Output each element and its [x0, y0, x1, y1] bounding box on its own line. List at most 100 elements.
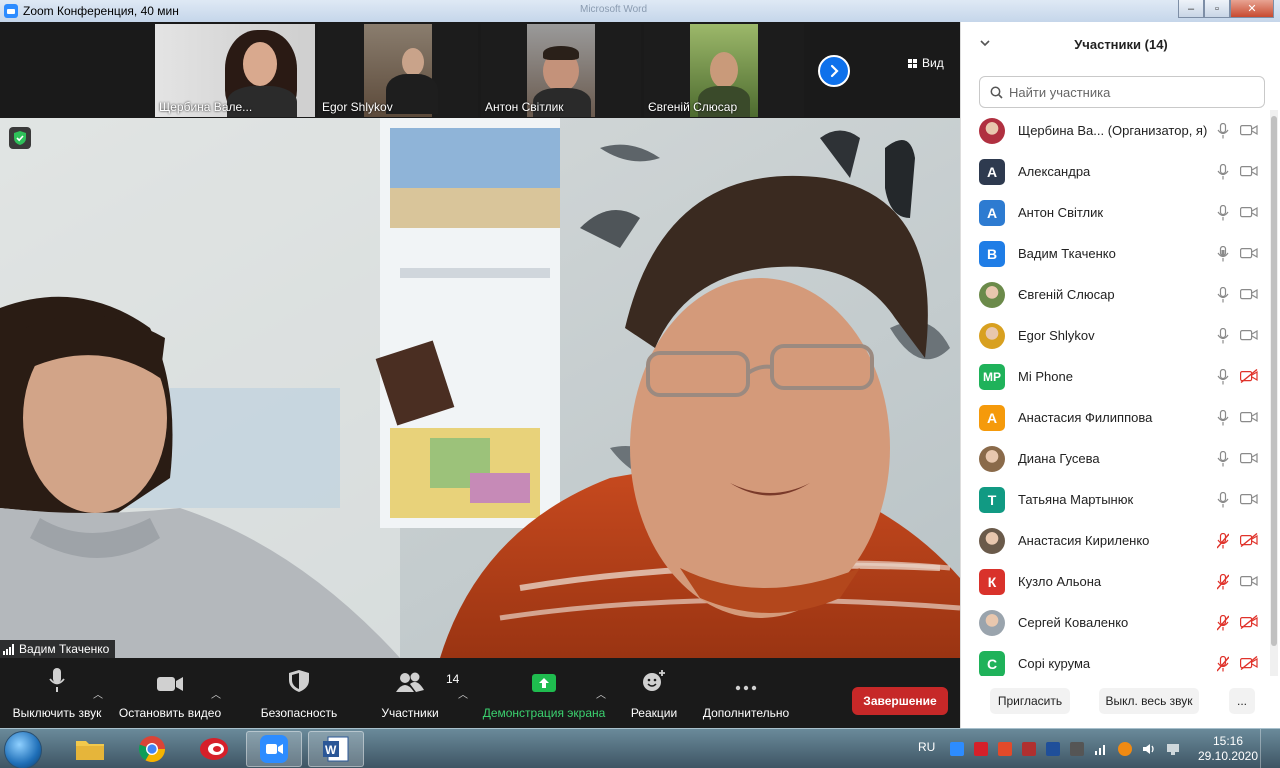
video-camera-icon[interactable]: [1240, 328, 1258, 347]
end-meeting-button[interactable]: Завершение: [852, 687, 948, 715]
microphone-icon[interactable]: [1217, 204, 1229, 226]
participant-row[interactable]: А Анастасия Филиппова: [961, 397, 1269, 438]
video-options-chevron-icon[interactable]: ︿: [211, 686, 221, 701]
language-indicator[interactable]: RU: [918, 740, 935, 754]
participant-row[interactable]: Анастасия Кириленко: [961, 520, 1269, 561]
participant-list-scrollbar[interactable]: [1270, 110, 1278, 676]
participant-row[interactable]: Сергей Коваленко: [961, 602, 1269, 643]
zoom-tray-icon[interactable]: [950, 742, 964, 756]
video-camera-icon[interactable]: [1240, 205, 1258, 224]
antivirus-tray-icon[interactable]: [998, 742, 1012, 756]
participant-row[interactable]: Egor Shlykov: [961, 315, 1269, 356]
network-manager-tray-icon[interactable]: [1046, 742, 1060, 756]
share-screen-button[interactable]: Демонстрация экрана: [482, 658, 606, 728]
participant-row[interactable]: К Кузло Альона: [961, 561, 1269, 602]
video-camera-icon[interactable]: [1240, 492, 1258, 511]
video-off-icon[interactable]: [1240, 368, 1258, 388]
avast-tray-icon[interactable]: [1118, 742, 1132, 756]
video-camera-icon[interactable]: [1240, 287, 1258, 306]
active-speaker-video[interactable]: Вадим Ткаченко: [0, 118, 960, 658]
participant-search-input[interactable]: [1009, 84, 1249, 100]
participant-row[interactable]: Диана Гусева: [961, 438, 1269, 479]
maximize-button[interactable]: ▫: [1204, 0, 1230, 18]
volume-tray-icon[interactable]: [1142, 742, 1156, 756]
participant-row[interactable]: С Сорі курума: [961, 643, 1269, 676]
video-off-icon[interactable]: [1240, 532, 1258, 552]
network-tray-icon[interactable]: [1166, 742, 1180, 756]
more-dots-icon: [735, 685, 757, 691]
chrome-taskbar-button[interactable]: [124, 731, 180, 767]
participant-avatar: [979, 117, 1005, 144]
close-button[interactable]: ✕: [1230, 0, 1274, 18]
video-camera-icon[interactable]: [1240, 246, 1258, 265]
more-button[interactable]: Дополнительно: [700, 658, 792, 728]
mute-all-button[interactable]: Выкл. весь звук: [1099, 688, 1199, 714]
video-camera-icon[interactable]: [1240, 164, 1258, 183]
app-tray-icon[interactable]: [1022, 742, 1036, 756]
participants-button[interactable]: 14 Участники: [376, 658, 459, 728]
clock-time: 15:16: [1212, 734, 1244, 748]
video-camera-icon[interactable]: [1240, 123, 1258, 142]
microphone-icon[interactable]: [1217, 327, 1229, 349]
microphone-icon[interactable]: [1217, 286, 1229, 308]
microphone-muted-icon[interactable]: [1216, 614, 1230, 636]
video-off-icon[interactable]: [1240, 655, 1258, 675]
participant-row[interactable]: MP Mi Phone: [961, 356, 1269, 397]
mute-button[interactable]: Выключить звук: [10, 658, 104, 728]
taskbar-clock[interactable]: 15:16 29.10.2020: [1196, 734, 1260, 764]
panel-more-button[interactable]: ...: [1229, 688, 1255, 714]
share-options-chevron-icon[interactable]: ︿: [596, 686, 606, 701]
explorer-taskbar-button[interactable]: [62, 731, 118, 767]
thumbnail-name: Щербина Вале...: [159, 100, 253, 114]
microphone-muted-icon[interactable]: [1216, 532, 1230, 554]
microphone-muted-icon[interactable]: [1216, 655, 1230, 676]
minimize-button[interactable]: –: [1178, 0, 1204, 18]
thumbnail-video[interactable]: Євгеній Слюсар: [644, 24, 804, 117]
view-button[interactable]: Вид: [908, 56, 944, 70]
word-taskbar-button[interactable]: W: [308, 731, 364, 767]
signal-tray-icon[interactable]: [1094, 742, 1108, 756]
participant-name: Щербина Ва... (Организатор, я): [1018, 123, 1208, 138]
thumbnail-video[interactable]: Щербина Вале...: [155, 24, 315, 117]
media-tray-icon[interactable]: [974, 742, 988, 756]
microphone-icon[interactable]: [1217, 122, 1229, 144]
video-off-icon[interactable]: [1240, 614, 1258, 634]
video-camera-icon[interactable]: [1240, 574, 1258, 593]
zoom-taskbar-button[interactable]: [246, 731, 302, 767]
show-desktop-button[interactable]: [1260, 729, 1280, 768]
participants-options-chevron-icon[interactable]: ︿: [458, 686, 468, 701]
search-icon: [990, 86, 1003, 99]
microphone-icon[interactable]: [1217, 368, 1229, 390]
participant-avatar: В: [979, 240, 1005, 267]
start-button[interactable]: [4, 731, 42, 768]
participant-row[interactable]: Т Татьяна Мартынюк: [961, 479, 1269, 520]
participant-row[interactable]: Євгеній Слюсар: [961, 274, 1269, 315]
security-button[interactable]: Безопасность: [258, 658, 340, 728]
participant-row[interactable]: А Александра: [961, 151, 1269, 192]
chevron-down-icon[interactable]: [979, 37, 991, 49]
stop-video-button[interactable]: Остановить видео: [118, 658, 222, 728]
invite-button[interactable]: Пригласить: [990, 688, 1070, 714]
participant-search[interactable]: [979, 76, 1265, 108]
encryption-shield-icon[interactable]: [9, 127, 31, 149]
microphone-icon[interactable]: [1217, 450, 1229, 472]
participant-row[interactable]: А Антон Світлик: [961, 192, 1269, 233]
reactions-button[interactable]: Реакции: [628, 658, 680, 728]
device-tray-icon[interactable]: [1070, 742, 1084, 756]
microphone-icon[interactable]: [1217, 491, 1229, 513]
participant-row[interactable]: В Вадим Ткаченко: [961, 233, 1269, 274]
microphone-icon[interactable]: [1217, 163, 1229, 185]
microphone-icon[interactable]: [1217, 409, 1229, 431]
audio-options-chevron-icon[interactable]: ︿: [93, 686, 103, 701]
participant-name: Вадим Ткаченко: [1018, 246, 1116, 261]
next-page-button[interactable]: [818, 55, 850, 87]
video-camera-icon[interactable]: [1240, 451, 1258, 470]
microphone-icon[interactable]: [1217, 245, 1229, 267]
participant-row[interactable]: Щербина Ва... (Организатор, я): [961, 110, 1269, 151]
thumbnail-video[interactable]: Egor Shlykov: [318, 24, 478, 117]
thumbnail-video[interactable]: Антон Світлик: [481, 24, 641, 117]
media-taskbar-button[interactable]: [186, 731, 242, 767]
video-camera-icon[interactable]: [1240, 410, 1258, 429]
microphone-muted-icon[interactable]: [1216, 573, 1230, 595]
zoom-icon: [260, 735, 288, 763]
